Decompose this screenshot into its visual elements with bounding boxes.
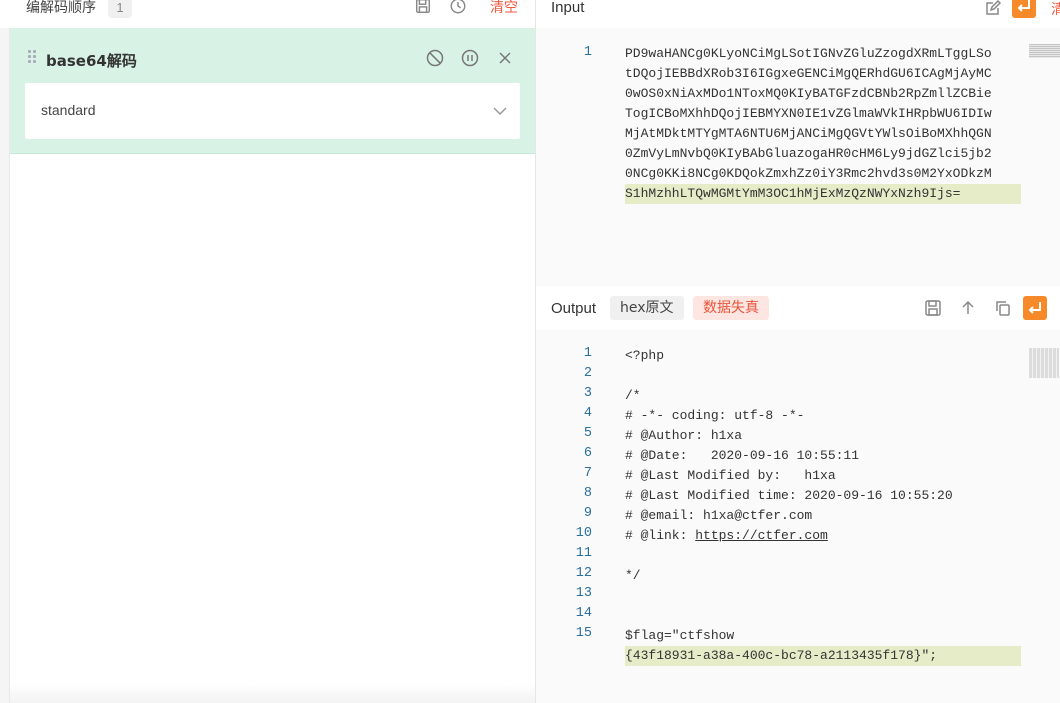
output-line: $flag="ctfshow: [625, 628, 735, 643]
output-line: # -*- coding: utf-8 -*-: [625, 408, 805, 423]
output-line: /*: [625, 388, 641, 403]
disable-icon[interactable]: [425, 48, 445, 68]
copy-icon[interactable]: [993, 298, 1015, 320]
input-clear-button[interactable]: 清: [1051, 0, 1060, 19]
line-number: 11: [575, 546, 592, 561]
input-line: MjAtMDktMTYgMTA6NTU6MjANCiMgQGVtYWlsOiBo…: [625, 126, 992, 141]
input-header: Input 清: [536, 0, 1060, 28]
clear-recipe-button[interactable]: 清空: [490, 0, 518, 17]
line-number: 7: [583, 466, 592, 481]
line-number: 5: [583, 426, 592, 441]
recipe-title: 编解码顺序: [26, 0, 96, 16]
recipe-empty-area: [10, 154, 535, 703]
output-wrap-icon[interactable]: [1023, 296, 1047, 320]
operation-card-base64-decode: base64解码 standard: [10, 28, 535, 154]
recipe-header: 编解码顺序 1 清空: [0, 0, 535, 28]
history-icon[interactable]: [449, 0, 469, 17]
input-line: TogICBoMXhhDQojIEBMYXN0IE1vZGlmaWVkIHRpb…: [625, 106, 992, 121]
input-minimap[interactable]: [1029, 44, 1060, 58]
line-number: 1: [583, 346, 592, 361]
io-panel: Input 清 1 PD9waHANCg0KLyoNCiMgLSotIGNvZG…: [536, 0, 1060, 703]
output-minimap[interactable]: [1029, 348, 1059, 378]
operation-title: base64解码: [46, 52, 137, 70]
line-number: 10: [575, 526, 592, 541]
recipe-count-badge: 1: [108, 0, 132, 18]
pause-icon[interactable]: [460, 48, 480, 68]
input-line: PD9waHANCg0KLyoNCiMgLSotIGNvZGluZzogdXRm…: [625, 46, 992, 61]
output-line-link: # @link: https://ctfer.com: [625, 528, 828, 543]
recipe-panel: 编解码顺序 1 清空 base64解码 standard: [0, 0, 535, 703]
line-number: 12: [575, 566, 592, 581]
alphabet-select[interactable]: standard: [25, 83, 520, 139]
input-editor[interactable]: 1 PD9waHANCg0KLyoNCiMgLSotIGNvZGluZzogdX…: [536, 28, 1060, 286]
line-number: 4: [583, 406, 592, 421]
flag-line: {43f18931-a38a-400c-bc78-a2113435f178}";: [625, 646, 1021, 666]
alphabet-select-value: standard: [41, 102, 96, 118]
output-line: */: [625, 568, 641, 583]
line-number: 3: [583, 386, 592, 401]
input-line: 0NCg0KKi8NCg0KDQokZmxhZz0iY3Rmc2hvd3s0M2…: [625, 166, 992, 181]
chevron-down-icon: [492, 103, 508, 119]
input-wrap-icon[interactable]: [1012, 0, 1036, 18]
link-url[interactable]: https://ctfer.com: [695, 528, 828, 543]
output-line: # @Author: h1xa: [625, 428, 743, 443]
output-line: # @Date: 2020-09-16 10:55:11: [625, 448, 860, 463]
line-number: 1: [583, 45, 592, 60]
output-line: # @Last Modified time: 2020-09-16 10:55:…: [625, 488, 953, 503]
input-line: 0ZmVyLmNvbQ0KIyBAbGluazogaHR0cHM6Ly9jdGZ…: [625, 146, 992, 161]
save-icon[interactable]: [414, 0, 434, 17]
line-number: 13: [575, 586, 592, 601]
output-line: # @email: h1xa@ctfer.com: [625, 508, 813, 523]
edit-icon[interactable]: [983, 0, 1005, 20]
line-number: 6: [583, 446, 592, 461]
line-number: 15: [575, 626, 592, 641]
output-line: <?php: [625, 348, 665, 363]
line-number: 8: [583, 486, 592, 501]
close-icon[interactable]: [495, 48, 515, 68]
input-line: 0wOS0xNiAxMDo1NToxMQ0KIyBATGFzdCBNb2RpZm…: [625, 86, 992, 101]
line-number: 2: [583, 366, 592, 381]
line-number: 9: [583, 506, 592, 521]
save-icon[interactable]: [923, 298, 945, 320]
data-distortion-badge: 数据失真: [693, 296, 769, 320]
output-line: # @Last Modified by: h1xa: [625, 468, 836, 483]
recipe-bottom-edge: [10, 683, 535, 703]
left-edge-strip: [0, 28, 10, 703]
output-label: Output: [551, 300, 597, 317]
upload-icon[interactable]: [958, 298, 980, 320]
input-line: tDQojIEBBdXRob3I6IGgxeGENCiMgQERhdGU6ICA…: [625, 66, 992, 81]
output-editor[interactable]: 1 <?php 2 3 /* 4 # -*- coding: utf-8 -*-…: [536, 330, 1060, 703]
line-number: 14: [575, 606, 592, 621]
hex-raw-tag[interactable]: hex原文: [610, 296, 684, 320]
input-line-active: S1hMzhhLTQwMGMtYmM3OC1hMjExMzQzNWYxNzh9I…: [625, 184, 1021, 204]
drag-handle-icon[interactable]: [28, 50, 38, 64]
input-label: Input: [551, 0, 585, 16]
